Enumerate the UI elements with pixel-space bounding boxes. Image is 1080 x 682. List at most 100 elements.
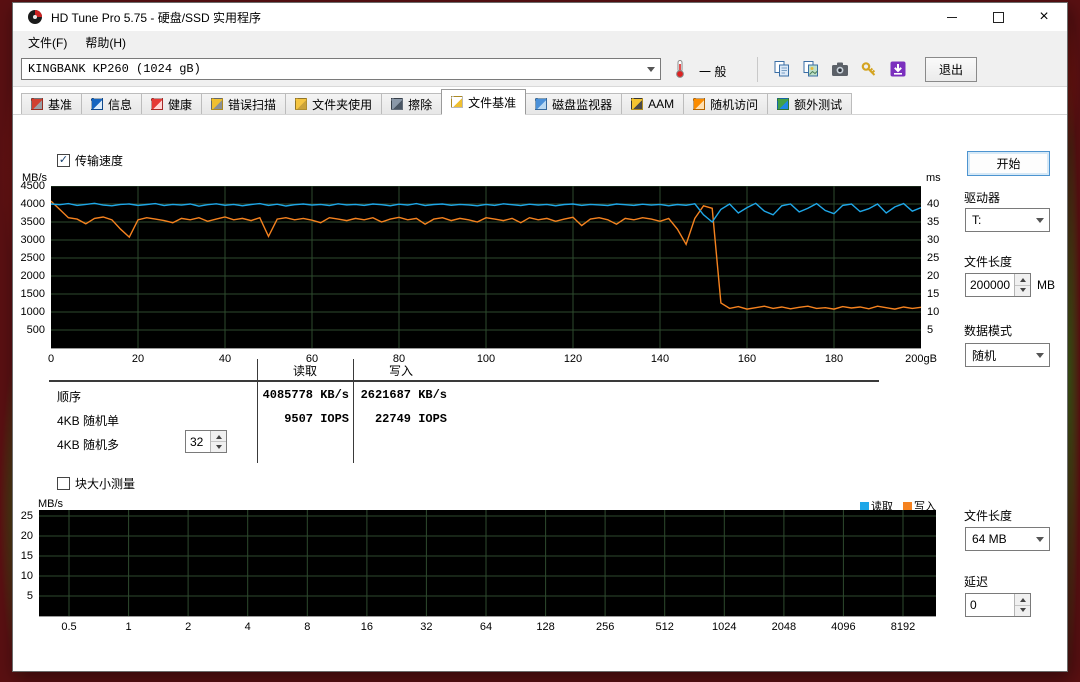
file-length2-dropdown[interactable]: 64 MB	[965, 527, 1050, 551]
queue-depth-spinner[interactable]: 32	[185, 430, 227, 453]
tick-label: 2048	[771, 621, 797, 633]
tab-label: 磁盘监视器	[552, 97, 613, 112]
tab-folder-usage[interactable]: 文件夹使用	[285, 93, 383, 114]
tab-file-benchmark[interactable]: 文件基准	[441, 89, 527, 115]
checkbox-box	[57, 477, 70, 490]
license-key-icon[interactable]	[856, 57, 882, 81]
tick-label: 4	[244, 621, 251, 633]
tick-label: 30	[927, 234, 940, 246]
tick-label: 2500	[20, 252, 45, 264]
folder-icon	[295, 98, 308, 110]
tab-info[interactable]: 信息	[81, 93, 143, 114]
tab-aam[interactable]: AAM	[621, 93, 685, 114]
copy-text-icon[interactable]	[769, 57, 795, 81]
latency-label: 延迟	[964, 575, 989, 589]
file-length-spinner[interactable]: 200000	[965, 273, 1031, 297]
transfer-speed-checkbox[interactable]: ✓ 传输速度	[57, 152, 123, 169]
tick-label: 5	[927, 324, 934, 336]
tick-label: 2	[185, 621, 192, 633]
exit-button[interactable]: 退出	[925, 57, 977, 82]
tab-label: 健康	[168, 97, 193, 112]
spin-down-icon[interactable]	[1015, 605, 1030, 616]
chevron-down-icon	[1031, 344, 1049, 366]
menu-file[interactable]: 文件(F)	[19, 32, 76, 53]
app-icon	[28, 10, 42, 24]
save-results-icon[interactable]	[885, 57, 911, 81]
tick-label: 4500	[20, 180, 45, 192]
temperature-status: 一 般	[699, 65, 727, 79]
tab-label: 基准	[48, 97, 73, 112]
toolbar: KINGBANK KP260 (1024 gB) 一 般 退出	[13, 53, 1067, 87]
tick-label: 0	[47, 353, 55, 365]
chevron-down-icon	[1031, 528, 1049, 550]
tick-label: 512	[655, 621, 674, 633]
tab-label: 信息	[108, 97, 133, 112]
tab-erase[interactable]: 擦除	[381, 93, 443, 114]
spin-down-icon[interactable]	[1015, 285, 1030, 296]
copy-image-icon[interactable]	[798, 57, 824, 81]
drive-label: 驱动器	[964, 191, 1001, 205]
tick-label: 5	[26, 590, 33, 602]
screenshot-icon[interactable]	[827, 57, 853, 81]
toolbar-separator	[757, 57, 758, 82]
tick-label: 60	[305, 353, 319, 365]
tab-error-scan[interactable]: 错误扫描	[201, 93, 287, 114]
menu-bar: 文件(F) 帮助(H)	[13, 31, 1067, 53]
spin-up-icon[interactable]	[1015, 274, 1030, 286]
latency-spinner[interactable]: 0	[965, 593, 1031, 617]
spin-up-icon[interactable]	[211, 431, 226, 442]
y-axis-unit: MB/s	[38, 498, 64, 510]
app-window: HD Tune Pro 5.75 - 硬盘/SSD 实用程序 文件(F) 帮助(…	[12, 2, 1068, 672]
checkbox-label: 块大小测量	[75, 477, 136, 491]
tick-label: 25	[927, 252, 940, 264]
file-length-value: 200000	[970, 278, 1011, 292]
checkbox-label: 传输速度	[75, 154, 124, 168]
tick-label: 16	[360, 621, 373, 633]
close-button[interactable]	[1021, 3, 1067, 31]
drive-selector[interactable]: KINGBANK KP260 (1024 gB)	[21, 58, 661, 80]
random-single-write-value: 22749 IOPS	[374, 412, 447, 426]
spin-up-icon[interactable]	[1015, 594, 1030, 606]
file-length2-label: 文件长度	[964, 509, 1013, 523]
row-label-4kb-multi: 4KB 随机多	[57, 438, 120, 452]
data-mode-dropdown[interactable]: 随机	[965, 343, 1050, 367]
tick-label: 160	[737, 353, 757, 365]
file-length-unit: MB	[1037, 278, 1055, 292]
thermometer-icon	[673, 59, 687, 82]
tick-label: 80	[392, 353, 406, 365]
extra-tests-icon	[777, 98, 790, 110]
drive-dropdown[interactable]: T:	[965, 208, 1050, 232]
tick-label: 4000	[20, 198, 45, 210]
drive-dropdown-value: T:	[972, 213, 982, 227]
sequential-write-value: 2621687 KB/s	[360, 388, 447, 402]
tick-label: 3000	[20, 234, 45, 246]
table-divider	[353, 359, 354, 463]
tab-random-access[interactable]: 随机访问	[683, 93, 769, 114]
minimize-icon	[947, 16, 957, 18]
menu-help[interactable]: 帮助(H)	[76, 32, 135, 53]
tick-label: 4096	[831, 621, 856, 633]
disk-monitor-icon	[535, 98, 548, 110]
tick-label: 64	[479, 621, 493, 633]
tab-disk-monitor[interactable]: 磁盘监视器	[525, 93, 623, 114]
tick-label: 180	[824, 353, 844, 365]
tab-label: 错误扫描	[228, 97, 277, 112]
latency-value: 0	[970, 598, 977, 612]
tick-label: 20	[927, 270, 940, 282]
tab-benchmark[interactable]: 基准	[21, 93, 83, 114]
chevron-down-icon	[642, 59, 660, 79]
tick-label: 20	[131, 353, 145, 365]
block-size-checkbox[interactable]: 块大小测量	[57, 475, 135, 492]
tab-health[interactable]: 健康	[141, 93, 203, 114]
maximize-button[interactable]	[975, 3, 1021, 31]
tab-label: AAM	[648, 97, 675, 111]
transfer-speed-chart	[50, 185, 922, 349]
tab-extra-tests[interactable]: 额外测试	[767, 93, 853, 114]
spin-down-icon[interactable]	[211, 442, 226, 452]
window-title: HD Tune Pro 5.75 - 硬盘/SSD 实用程序	[51, 10, 262, 25]
start-button[interactable]: 开始	[967, 151, 1050, 176]
health-icon	[151, 98, 164, 110]
minimize-button[interactable]	[929, 3, 975, 31]
title-bar: HD Tune Pro 5.75 - 硬盘/SSD 实用程序	[13, 3, 1067, 31]
tab-label: 文件夹使用	[312, 97, 373, 112]
